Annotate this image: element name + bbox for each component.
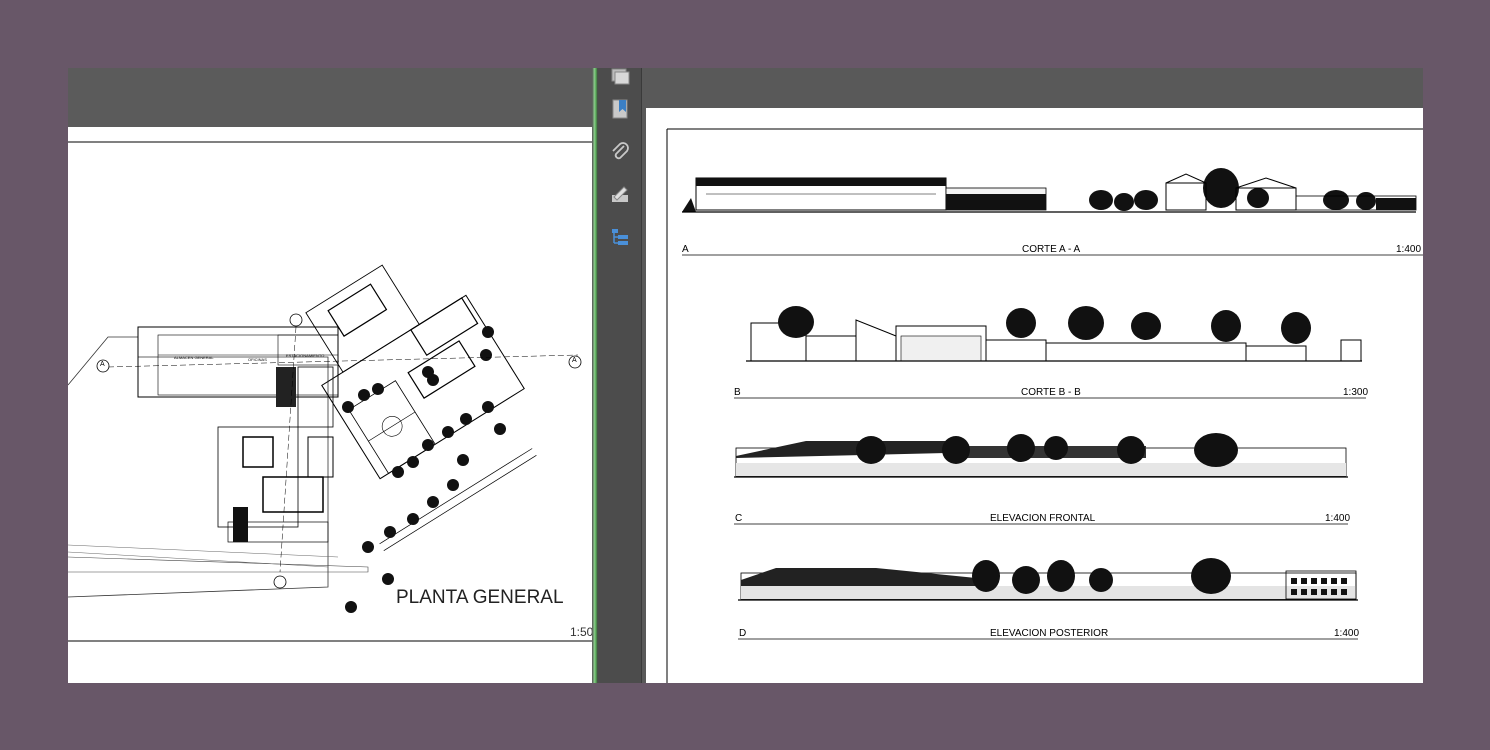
- estacionamiento-label: ESTACIONAMIENTO: [286, 353, 325, 358]
- oficinas-label: OFICINAS: [248, 357, 267, 362]
- section-a-letter: A: [682, 244, 689, 255]
- section-b-title: CORTE B - B: [1021, 387, 1081, 398]
- section-a-scale: 1:400: [1396, 244, 1422, 255]
- plan-page: ALMACEN GENERAL OFICINAS ESTACIONAMIENTO…: [68, 127, 594, 683]
- section-d-scale: 1:400: [1334, 628, 1360, 639]
- bookmark-icon[interactable]: [606, 95, 634, 123]
- section-c-title: ELEVACION FRONTAL: [990, 513, 1096, 524]
- pages-icon[interactable]: [606, 68, 634, 90]
- rear-elevation-drawing: [738, 558, 1358, 640]
- axis-marker-right: A: [572, 357, 577, 364]
- section-b-letter: B: [734, 387, 741, 398]
- right-document-pane[interactable]: A CORTE A - A 1:400 B CORTE B - B 1:300 …: [642, 68, 1423, 683]
- section-c-letter: C: [735, 513, 743, 524]
- plan-title: PLANTA GENERAL: [396, 587, 564, 608]
- navigation-toolbar: [598, 68, 642, 683]
- section-c-scale: 1:400: [1325, 513, 1351, 524]
- left-document-pane[interactable]: ALMACEN GENERAL OFICINAS ESTACIONAMIENTO…: [68, 68, 594, 683]
- axis-marker-left: A: [100, 361, 105, 368]
- section-a-title: CORTE A - A: [1022, 244, 1081, 255]
- section-d-letter: D: [739, 628, 747, 639]
- section-a-drawing: [682, 168, 1423, 256]
- layers-icon[interactable]: [606, 223, 634, 251]
- plan-scale: 1:50: [570, 625, 594, 639]
- section-d-title: ELEVACION POSTERIOR: [990, 628, 1109, 639]
- pdf-viewer-window: ALMACEN GENERAL OFICINAS ESTACIONAMIENTO…: [68, 68, 1423, 683]
- section-b-drawing: [734, 306, 1366, 399]
- sections-page: A CORTE A - A 1:400 B CORTE B - B 1:300 …: [646, 108, 1423, 683]
- section-b-scale: 1:300: [1343, 387, 1369, 398]
- front-elevation-drawing: [734, 433, 1348, 525]
- almacen-label: ALMACEN GENERAL: [174, 355, 214, 360]
- attachment-icon[interactable]: [606, 138, 634, 166]
- signature-icon[interactable]: [606, 180, 634, 208]
